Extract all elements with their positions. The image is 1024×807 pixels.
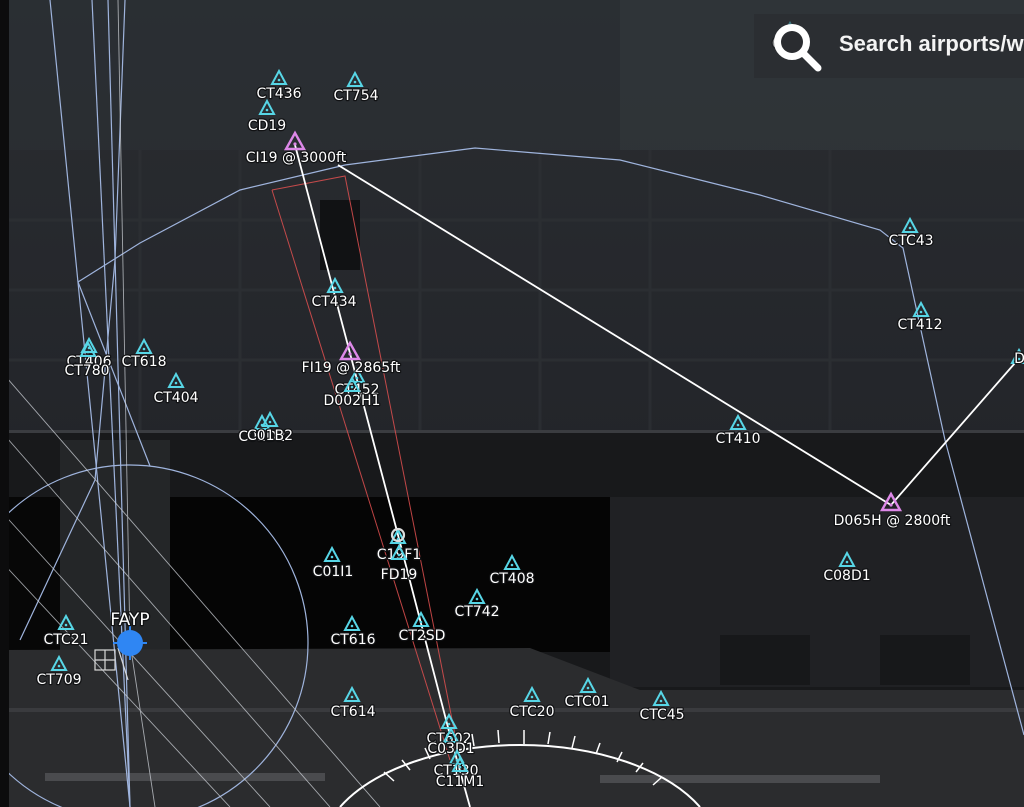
waypoint-center-dot [458, 765, 462, 769]
waypoint-center-dot [659, 699, 663, 703]
procedure-fix-label: FI19 @ 2865ft [302, 360, 401, 376]
map-view[interactable]: CT436 CT754 CD19 CTC43 CT434 CT412 CT406 CT780 C… [0, 0, 1024, 807]
waypoint-label: CT436 [256, 86, 301, 102]
waypoint-center-dot [64, 623, 68, 627]
waypoint-label: CTC01 [564, 694, 609, 710]
waypoint-center-dot [142, 347, 146, 351]
waypoint-center-dot [586, 686, 590, 690]
map-canvas[interactable]: CT436 CT754CD19CTC43CT434CT412CT406CT780C… [0, 0, 1024, 807]
waypoint-d0[interactable]: D0 [1010, 347, 1024, 368]
waypoint-label: CTC21 [43, 632, 88, 648]
waypoint-center-dot [350, 695, 354, 699]
search-bar[interactable]: Search airports/w [754, 14, 1024, 78]
waypoint-label: CT709 [36, 672, 81, 688]
waypoint-label: D002H1 [324, 393, 381, 409]
waypoint-label: CT614 [330, 704, 375, 720]
search-input[interactable]: Search airports/w [839, 31, 1024, 57]
waypoint-center-dot [333, 286, 337, 290]
waypoint-center-dot [350, 624, 354, 628]
waypoint-label: C03D1 [427, 741, 474, 757]
procedure-fix-center-dot [348, 352, 352, 356]
waypoint-center-dot [919, 310, 923, 314]
waypoint-label: C01I1 [313, 564, 354, 580]
waypoint-label: C08D1 [823, 568, 870, 584]
waypoint-label: D0 [1014, 351, 1024, 367]
waypoint-center-dot [449, 736, 453, 740]
waypoint-label: CT434 [311, 294, 356, 310]
waypoint-label: CT408 [489, 571, 534, 587]
waypoint-center-dot [397, 553, 401, 557]
waypoint-label: CTC20 [509, 704, 554, 720]
procedure-fix-center-dot [889, 503, 893, 507]
waypoint-label: CT404 [153, 390, 198, 406]
waypoint-center-dot [355, 376, 359, 380]
waypoint-center-dot [530, 695, 534, 699]
waypoint-label: CD19 [248, 118, 286, 134]
waypoint-center-dot [350, 385, 354, 389]
waypoint-label: FD19 [381, 567, 418, 583]
waypoint-center-dot [86, 350, 90, 354]
airport-label: FAYP [110, 610, 149, 630]
waypoint-center-dot [353, 80, 357, 84]
waypoint-center-dot [736, 423, 740, 427]
waypoint-label: CT780 [64, 363, 109, 379]
waypoint-label: C11M1 [436, 774, 485, 790]
waypoint-label: CT754 [333, 88, 378, 104]
procedure-fix-label: CI19 @ 3000ft [246, 150, 347, 166]
waypoint-label: CT742 [454, 604, 499, 620]
waypoint-label: CT2SD [399, 628, 446, 644]
waypoint-center-dot [268, 420, 272, 424]
waypoint-center-dot [277, 78, 281, 82]
waypoint-center-dot [447, 722, 451, 726]
waypoint-label: C01B2 [247, 428, 293, 444]
waypoint-center-dot [510, 563, 514, 567]
waypoint-center-dot [475, 597, 479, 601]
waypoint-center-dot [330, 555, 334, 559]
left-edge-bar [0, 0, 9, 807]
procedure-fix-center-dot [293, 142, 297, 146]
waypoint-label: CTC45 [639, 707, 684, 723]
waypoint-label: CTC43 [888, 233, 933, 249]
waypoint-center-dot [57, 664, 61, 668]
waypoint-center-dot [845, 560, 849, 564]
waypoint-label: CT412 [897, 317, 942, 333]
search-icon[interactable] [768, 18, 826, 76]
waypoint-label: CT410 [715, 431, 760, 447]
waypoint-center-dot [908, 226, 912, 230]
procedure-fix-label: D065H @ 2800ft [834, 513, 951, 529]
waypoint-label: CT616 [330, 632, 375, 648]
waypoint-center-dot [174, 381, 178, 385]
waypoint-center-dot [265, 108, 269, 112]
waypoint-center-dot [419, 620, 423, 624]
waypoint-label: CT618 [121, 354, 166, 370]
